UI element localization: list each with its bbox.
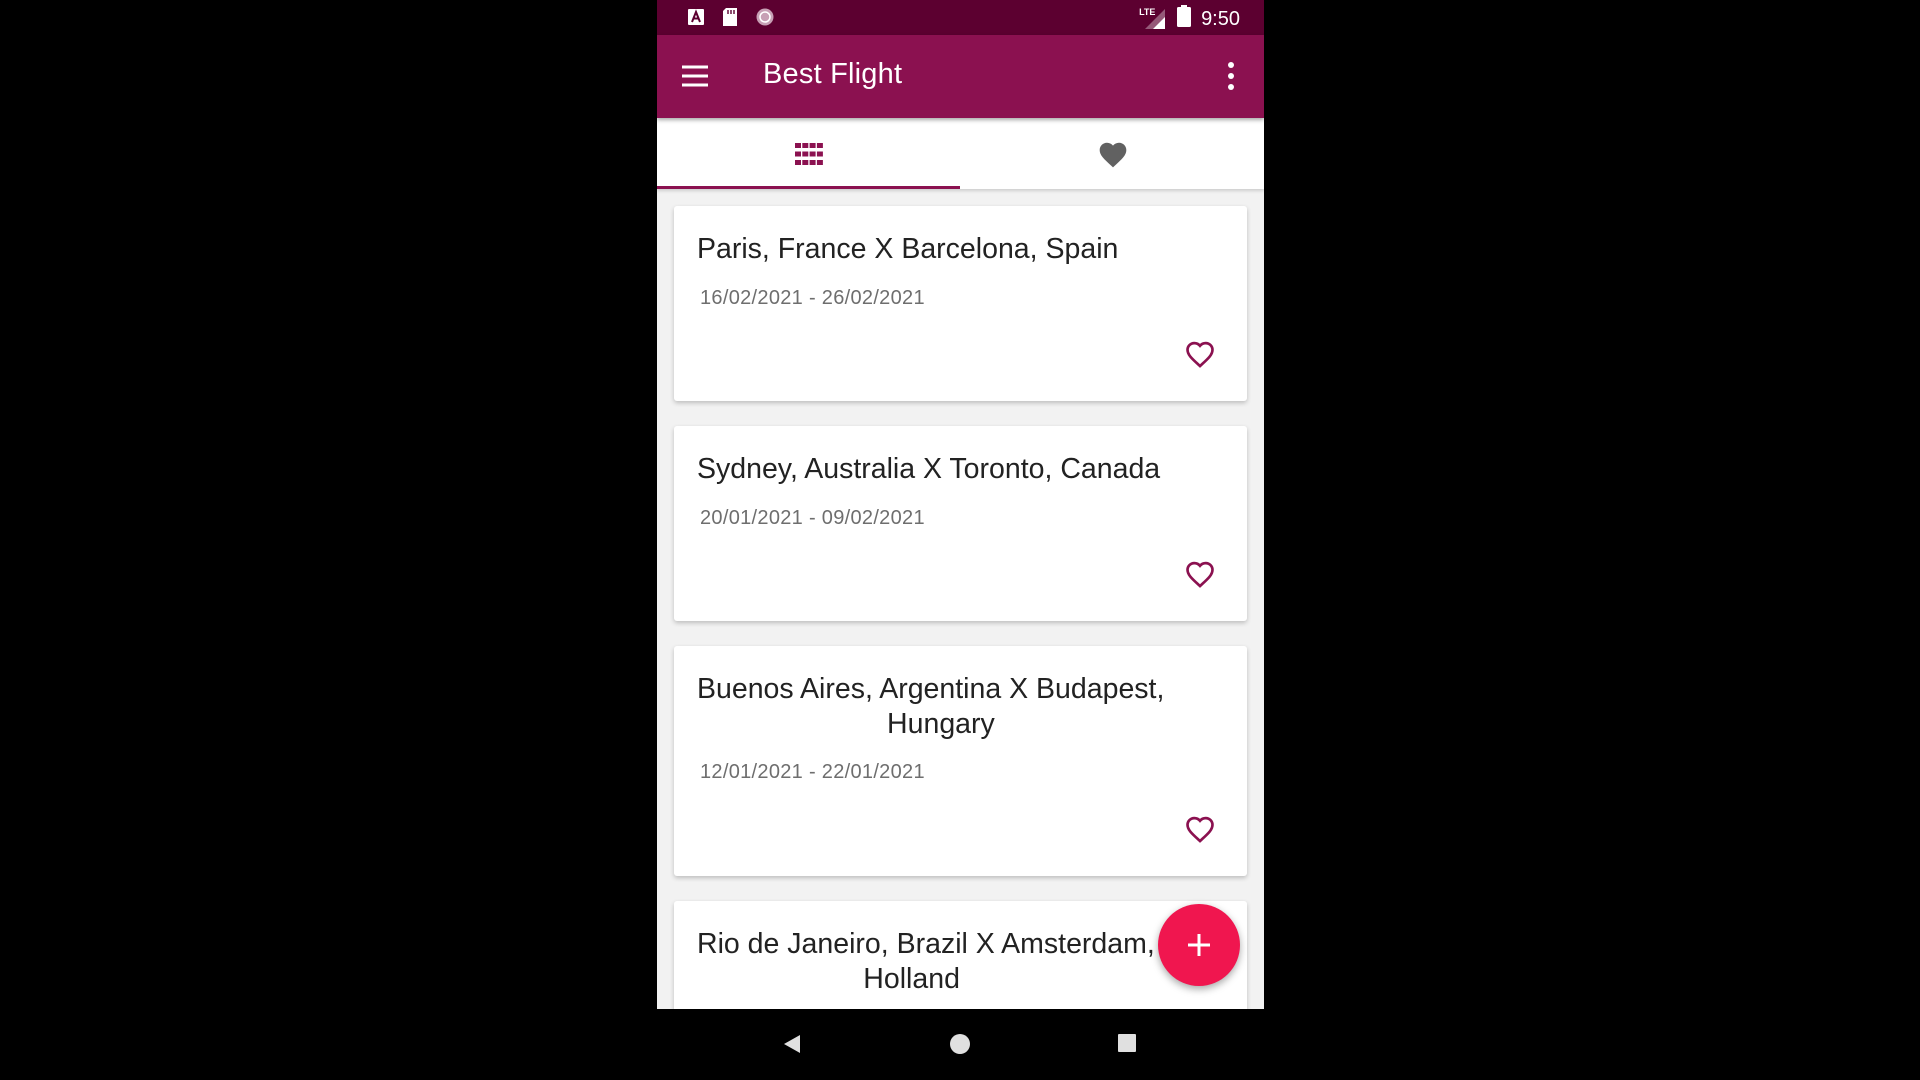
- selected-tab-indicator: [657, 186, 960, 189]
- nav-back-button[interactable]: [781, 1033, 803, 1060]
- status-bar: LTE 9:50: [657, 0, 1264, 35]
- heart-icon: [1099, 142, 1126, 167]
- heart-outline-icon: [1186, 561, 1214, 588]
- flight-route: Paris, France X Barcelona, Spain: [697, 233, 1119, 265]
- flight-card[interactable]: Buenos Aires, Argentina X Budapest, Hung…: [674, 646, 1247, 876]
- battery-icon: [1177, 5, 1192, 33]
- flight-dates: 12/01/2021 - 22/01/2021: [700, 761, 925, 783]
- menu-button[interactable]: [680, 61, 710, 91]
- nav-recents-button[interactable]: [1117, 1033, 1137, 1058]
- home-icon: [950, 1034, 970, 1054]
- tab-all-flights[interactable]: [657, 118, 960, 189]
- signal-icon: LTE: [1139, 7, 1167, 31]
- favorite-button[interactable]: [1183, 337, 1217, 371]
- heart-outline-icon: [1186, 341, 1214, 368]
- grid-icon: [794, 142, 823, 165]
- sync-circle-icon: [755, 7, 775, 32]
- phone-screen: LTE 9:50 Best Flight Paris, France X Bar…: [657, 0, 1264, 1080]
- flight-list[interactable]: Paris, France X Barcelona, Spain 16/02/2…: [657, 189, 1264, 1009]
- menu-icon: [682, 65, 708, 87]
- system-nav-bar: [657, 1009, 1264, 1080]
- tab-bar: [657, 118, 1264, 189]
- nav-home-button[interactable]: [949, 1033, 971, 1060]
- flight-dates: 20/01/2021 - 09/02/2021: [700, 507, 925, 529]
- sd-card-icon: [721, 7, 739, 32]
- text-a-icon: [687, 8, 705, 31]
- more-vert-icon: [1228, 62, 1234, 90]
- status-time: 9:50: [1201, 7, 1240, 30]
- plus-icon: [1188, 934, 1210, 956]
- flight-dates: 16/02/2021 - 26/02/2021: [700, 287, 925, 309]
- tab-favorites[interactable]: [961, 118, 1264, 189]
- favorite-button[interactable]: [1183, 557, 1217, 591]
- app-bar: Best Flight: [657, 35, 1264, 118]
- recents-icon: [1118, 1034, 1136, 1052]
- add-flight-button[interactable]: [1158, 904, 1240, 986]
- flight-route: Sydney, Australia X Toronto, Canada: [697, 453, 1161, 485]
- flight-route: Buenos Aires, Argentina X Budapest, Hung…: [697, 673, 1165, 740]
- overflow-menu-button[interactable]: [1226, 60, 1236, 92]
- back-icon: [784, 1035, 800, 1053]
- favorite-button[interactable]: [1183, 812, 1217, 846]
- heart-outline-icon: [1186, 816, 1214, 843]
- flight-card[interactable]: Sydney, Australia X Toronto, Canada 20/0…: [674, 426, 1247, 621]
- flight-route: Rio de Janeiro, Brazil X Amsterdam, Holl…: [697, 928, 1155, 995]
- flight-card[interactable]: Paris, France X Barcelona, Spain 16/02/2…: [674, 206, 1247, 401]
- app-title: Best Flight: [763, 58, 903, 90]
